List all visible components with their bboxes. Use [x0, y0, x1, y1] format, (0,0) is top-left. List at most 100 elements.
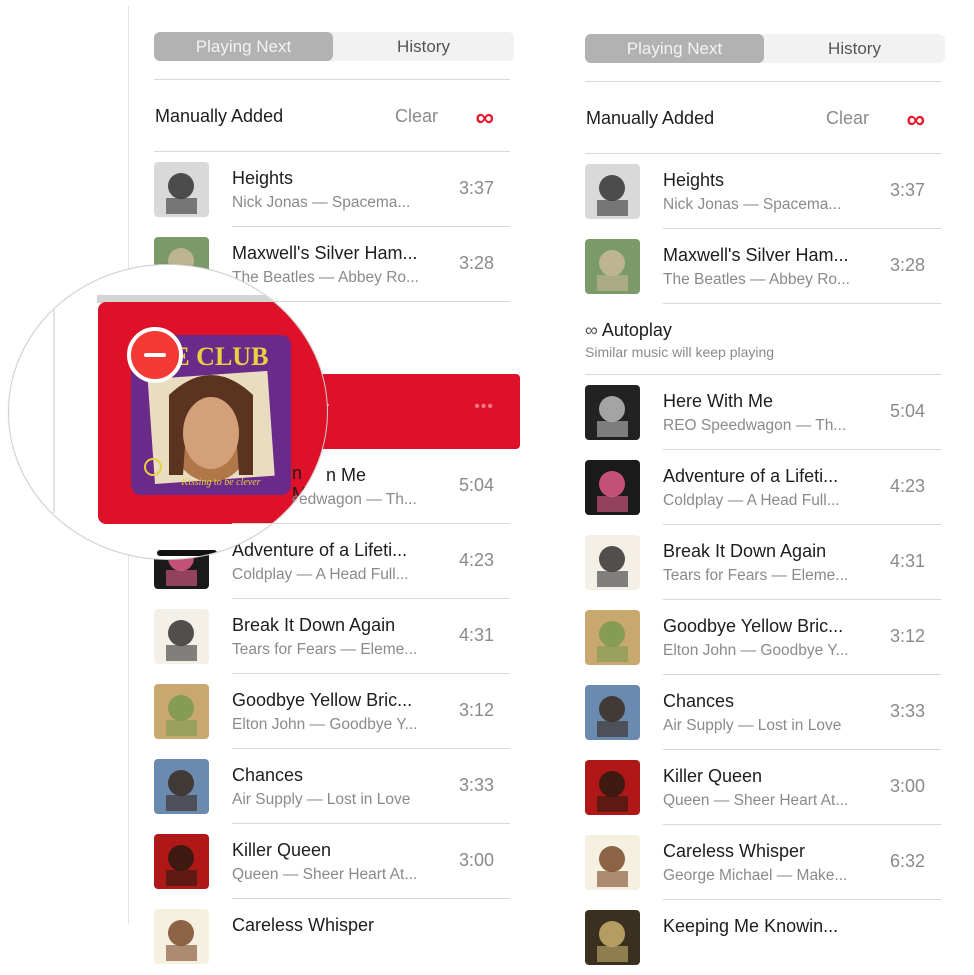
more-options-icon[interactable]: •••: [474, 398, 494, 416]
album-art: [585, 760, 640, 815]
autoplay-subtitle: Similar music will keep playing: [585, 344, 775, 360]
track-duration: 3:37: [458, 178, 494, 198]
track-row[interactable]: Careless Whisper: [154, 899, 510, 974]
track-row[interactable]: Keeping Me Knowin...: [585, 900, 941, 975]
track-row[interactable]: Break It Down Again Tears for Fears — Ele…: [154, 599, 510, 674]
divider: [154, 79, 510, 80]
segmented-control: Playing Next History: [585, 34, 945, 63]
track-duration: 3:33: [458, 775, 494, 795]
album-art-edge: [157, 550, 217, 556]
track-title: Careless Whisper: [232, 915, 375, 935]
track-title: Here With Me: [663, 391, 774, 411]
track-duration: 3:28: [458, 253, 494, 273]
track-title: Keeping Me Knowin...: [663, 916, 839, 936]
album-art: [154, 759, 209, 814]
track-row[interactable]: Here With Me REO Speedwagon — Th... 5:04: [585, 375, 941, 450]
track-title: Chances: [663, 691, 735, 711]
section-title: Manually Added: [586, 108, 715, 128]
clear-button[interactable]: Clear: [395, 106, 438, 127]
track-row[interactable]: Break It Down Again Tears for Fears — Ele…: [585, 525, 941, 600]
track-title: Goodbye Yellow Bric...: [232, 690, 413, 710]
track-subtitle: Nick Jonas — Spacema...: [232, 194, 411, 211]
track-duration: 6:32: [889, 851, 925, 871]
track-subtitle: Nick Jonas — Spacema...: [663, 196, 842, 213]
track-duration: 4:31: [889, 551, 925, 571]
track-row[interactable]: Chances Air Supply — Lost in Love 3:33: [585, 675, 941, 750]
album-art: [585, 685, 640, 740]
track-title: Adventure of a Lifeti...: [663, 466, 839, 486]
remove-track-button[interactable]: [127, 327, 183, 383]
infinity-icon: ∞: [585, 320, 598, 340]
tab-history[interactable]: History: [764, 34, 945, 63]
track-subtitle: The Beatles — Abbey Ro...: [663, 271, 850, 288]
sidebar-divider: [53, 301, 55, 513]
track-duration: 5:04: [889, 401, 925, 421]
album-art: [585, 164, 640, 219]
track-duration: 3:28: [889, 255, 925, 275]
track-title: Break It Down Again: [232, 615, 396, 635]
album-art: [585, 910, 640, 965]
autoplay-title: Autoplay: [601, 320, 672, 340]
track-row[interactable]: Chances Air Supply — Lost in Love 3:33: [154, 749, 510, 824]
track-duration: 4:31: [458, 625, 494, 645]
infinity-icon[interactable]: ∞: [475, 102, 494, 133]
track-row[interactable]: Adventure of a Lifeti... Coldplay — A Hea…: [585, 450, 941, 525]
track-title: Chances: [232, 765, 304, 785]
track-title: Maxwell's Silver Ham...: [232, 243, 418, 263]
infinity-icon[interactable]: ∞: [906, 104, 925, 135]
tab-history[interactable]: History: [333, 32, 514, 61]
album-art: [154, 684, 209, 739]
track-row[interactable]: Goodbye Yellow Bric... Elton John — Goodb…: [154, 674, 510, 749]
tab-playing-next[interactable]: Playing Next: [585, 34, 764, 63]
track-subtitle: Air Supply — Lost in Love: [232, 791, 411, 808]
track-subtitle: The Beatles — Abbey Ro...: [232, 269, 419, 286]
section-title: Manually Added: [155, 106, 284, 126]
track-row[interactable]: Careless Whisper George Michael — Make...…: [585, 825, 941, 900]
track-subtitle: Queen — Sheer Heart At...: [663, 792, 849, 809]
track-duration: 3:33: [889, 701, 925, 721]
track-subtitle: Air Supply — Lost in Love: [663, 717, 842, 734]
track-row[interactable]: n Me edwagon — Th... 5:04: [154, 449, 510, 524]
clear-button[interactable]: Clear: [826, 108, 869, 129]
album-art: [585, 835, 640, 890]
track-duration: 5:04: [458, 475, 494, 495]
track-duration: 3:12: [889, 626, 925, 646]
track-title: n Me: [326, 465, 367, 485]
track-subtitle: Tears for Fears — Eleme...: [232, 641, 418, 658]
track-row[interactable]: Killer Queen Queen — Sheer Heart At... 3:0…: [154, 824, 510, 899]
track-subtitle: Queen — Sheer Heart At...: [232, 866, 418, 883]
track-duration: 4:23: [889, 476, 925, 496]
album-art: [154, 834, 209, 889]
album-art: [154, 162, 209, 217]
track-duration: 3:00: [889, 776, 925, 796]
album-art: [585, 610, 640, 665]
track-subtitle: George Michael — Make...: [663, 867, 848, 884]
track-subtitle: REO Speedwagon — Th...: [663, 417, 847, 434]
track-subtitle: edwagon — Th...: [299, 491, 417, 508]
album-art: [154, 909, 209, 964]
track-subtitle: Coldplay — A Head Full...: [232, 566, 409, 583]
row-divider: [663, 303, 941, 304]
track-row[interactable]: Killer Queen Queen — Sheer Heart At... 3:0…: [585, 750, 941, 825]
track-row[interactable]: Goodbye Yellow Bric... Elton John — Goodb…: [585, 600, 941, 675]
track-title: Maxwell's Silver Ham...: [663, 245, 849, 265]
track-duration: 3:00: [458, 850, 494, 870]
track-row[interactable]: Heights Nick Jonas — Spacema... 3:37: [585, 154, 941, 229]
track-subtitle: Elton John — Goodbye Y...: [663, 642, 849, 659]
album-art: [585, 385, 640, 440]
album-art: [585, 535, 640, 590]
album-art: [585, 460, 640, 515]
track-subtitle: Tears for Fears — Eleme...: [663, 567, 849, 584]
track-row[interactable]: Maxwell's Silver Ham... The Beatles — Abb…: [585, 229, 941, 304]
track-duration: 3:12: [458, 700, 494, 720]
segmented-control: Playing Next History: [154, 32, 514, 61]
track-subtitle: Elton John — Goodbye Y...: [232, 716, 418, 733]
track-title: Careless Whisper: [663, 841, 806, 861]
track-title: Killer Queen: [663, 766, 763, 786]
album-art: [154, 609, 209, 664]
track-duration: 4:23: [458, 550, 494, 570]
track-subtitle: Coldplay — A Head Full...: [663, 492, 840, 509]
autoplay-header: ∞ Autoplay: [585, 320, 672, 341]
tab-playing-next[interactable]: Playing Next: [154, 32, 333, 61]
track-row[interactable]: Heights Nick Jonas — Spacema... 3:37: [154, 152, 510, 227]
